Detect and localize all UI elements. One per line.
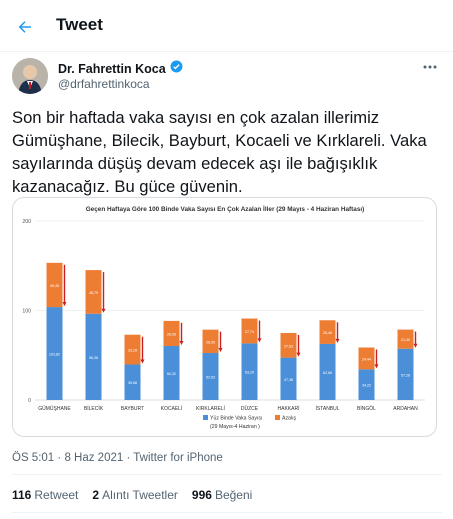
decrease-arrow-head — [257, 338, 262, 343]
data-label-vaka: 103,82 — [49, 353, 60, 357]
tweet-author: Dr. Fahrettin Koca @drfahrettinkoca — [12, 58, 442, 98]
x-tick-label: BAYBURT — [121, 406, 144, 412]
decrease-arrow-head — [374, 364, 379, 369]
author-handle[interactable]: @drfahrettinkoca — [58, 77, 150, 91]
more-options-icon[interactable] — [420, 60, 440, 74]
data-label-azalis: 33,28 — [128, 349, 137, 353]
tweet-header: Tweet — [0, 0, 453, 52]
verified-badge-icon — [170, 60, 183, 78]
x-tick-label: HAKKARİ — [278, 405, 300, 412]
divider — [12, 512, 442, 513]
data-label-azalis: 48,79 — [89, 291, 98, 295]
tweet-stats: 116 Retweet 2 Alıntı Tweetler 996 Beğeni — [12, 488, 252, 502]
data-label-azalis: 24,44 — [362, 357, 371, 361]
decrease-arrow-head — [335, 338, 340, 343]
tweet-media-chart[interactable]: Geçen Haftaya Göre 100 Binde Vaka Sayısı… — [12, 197, 437, 437]
decrease-arrow-head — [296, 352, 301, 357]
tweet-time[interactable]: ÖS 5:01 — [12, 452, 54, 464]
legend-label: Yüz Binde Vaka Sayısı — [210, 416, 262, 422]
x-tick-label: BİLECİK — [84, 405, 104, 412]
x-tick-label: BİNGÖL — [357, 405, 376, 412]
data-label-azalis: 49,45 — [50, 284, 59, 288]
decrease-arrow-head — [140, 359, 145, 364]
chart-bars: 103,82 49,45 96,36 48,79 39,68 33,28 60,32 28,0… — [46, 262, 418, 400]
quote-tweets-stat[interactable]: 2 Alıntı Tweetler — [92, 488, 178, 502]
legend-swatch — [275, 415, 280, 420]
bar-chart: Geçen Haftaya Göre 100 Binde Vaka Sayısı… — [22, 204, 425, 430]
author-name[interactable]: Dr. Fahrettin Koca — [58, 62, 166, 76]
data-label-azalis: 28,06 — [167, 332, 176, 336]
x-tick-label: İSTANBUL — [315, 405, 339, 412]
data-label-azalis: 26,06 — [206, 340, 215, 344]
data-label-azalis: 26,46 — [323, 331, 332, 335]
retweets-stat[interactable]: 116 Retweet — [12, 488, 78, 502]
decrease-arrow-head — [218, 347, 223, 352]
tweet-meta: ÖS 5:01 · 8 Haz 2021 · Twitter for iPhon… — [12, 452, 223, 464]
legend-note: (29 Mayıs-4 Haziran ) — [210, 424, 260, 430]
data-label-azalis: 27,74 — [245, 330, 254, 334]
x-tick-label: KIRKLARELİ — [196, 405, 225, 412]
page-title: Tweet — [56, 15, 103, 34]
x-tick-label: GÜMÜŞHANE — [38, 405, 71, 412]
decrease-arrow-head — [413, 343, 418, 348]
back-arrow-icon[interactable] — [14, 16, 36, 38]
legend-label: Azalış — [282, 416, 297, 422]
data-label-vaka: 52,53 — [206, 375, 215, 379]
data-label-vaka: 62,65 — [323, 371, 332, 375]
chart-legend: Yüz Binde Vaka Sayısı Azalış (29 Mayıs-4 H… — [203, 415, 297, 430]
data-label-azalis: 27,53 — [284, 344, 293, 348]
tweet-date[interactable]: 8 Haz 2021 — [64, 452, 123, 464]
y-tick-label: 0 — [28, 398, 31, 404]
x-tick-label: KOCAELİ — [161, 405, 183, 412]
data-label-vaka: 63,29 — [245, 371, 254, 375]
divider — [12, 474, 442, 475]
y-tick-label: 200 — [22, 219, 31, 225]
x-tick-label: DÜZCE — [241, 405, 259, 412]
data-label-vaka: 57,28 — [401, 373, 410, 377]
data-label-vaka: 34,22 — [362, 384, 371, 388]
y-tick-label: 100 — [22, 309, 31, 315]
avatar[interactable] — [12, 58, 48, 94]
decrease-arrow-head — [179, 341, 184, 346]
chart-x-labels: GÜMÜŞHANE BİLECİK BAYBURT KOCAELİ KIRKLARELİ… — [38, 405, 418, 412]
data-label-vaka: 47,38 — [284, 378, 293, 382]
likes-stat[interactable]: 996 Beğeni — [192, 488, 252, 502]
decrease-arrow-head — [62, 302, 67, 307]
data-label-azalis: 21,40 — [401, 338, 410, 342]
chart-y-ticks: 0 100 200 — [22, 219, 31, 404]
chart-title: Geçen Haftaya Göre 100 Binde Vaka Sayısı… — [86, 204, 365, 213]
x-tick-label: ARDAHAN — [393, 406, 418, 412]
tweet-source[interactable]: Twitter for iPhone — [133, 452, 222, 464]
legend-swatch — [203, 415, 208, 420]
data-label-vaka: 60,32 — [167, 372, 176, 376]
data-label-vaka: 96,36 — [89, 356, 98, 360]
data-label-vaka: 39,68 — [128, 381, 137, 385]
tweet-text: Son bir haftada vaka sayısı en çok azala… — [12, 108, 427, 196]
